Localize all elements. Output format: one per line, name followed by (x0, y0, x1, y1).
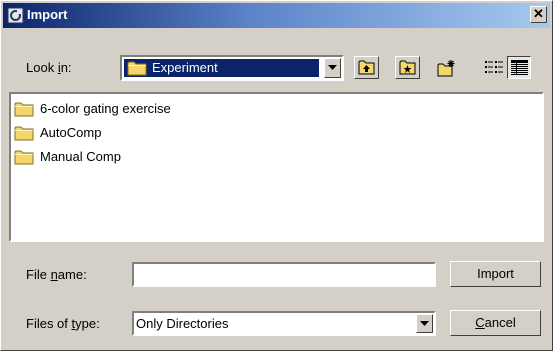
file-name-text: Manual Comp (40, 149, 121, 164)
new-folder-button[interactable] (433, 56, 458, 79)
look-in-dropdown-button[interactable] (324, 58, 341, 78)
file-type-dropdown-button[interactable] (416, 314, 433, 333)
title-bar[interactable]: Import ✕ (3, 3, 550, 28)
folder-icon (14, 126, 34, 141)
chevron-down-icon (420, 321, 429, 326)
up-one-level-icon (358, 60, 375, 75)
home-icon (399, 60, 416, 75)
cancel-button[interactable]: Cancel (450, 310, 541, 336)
folder-icon (127, 61, 147, 76)
file-name-text: AutoComp (40, 125, 102, 140)
file-name-field[interactable] (132, 262, 436, 287)
import-button[interactable]: Import (450, 261, 541, 287)
file-name-label: File name: (26, 267, 87, 282)
folder-icon (14, 102, 34, 117)
new-folder-icon (437, 60, 455, 77)
close-button[interactable]: ✕ (530, 6, 547, 23)
close-icon: ✕ (533, 6, 544, 21)
details-view-icon (511, 60, 528, 75)
home-button[interactable] (395, 56, 420, 79)
up-one-level-button[interactable] (354, 56, 379, 79)
look-in-label: Look in: (26, 60, 72, 75)
look-in-combo[interactable]: Experiment (120, 55, 344, 81)
chevron-down-icon (328, 65, 337, 70)
list-view-button[interactable] (481, 56, 507, 79)
folder-icon (14, 150, 34, 165)
window-title: Import (27, 7, 68, 22)
details-view-button[interactable] (507, 56, 531, 79)
file-type-value: Only Directories (136, 316, 229, 331)
look-in-value: Experiment (152, 60, 218, 75)
import-dialog: Import ✕ Look in: Experiment 6-color gat… (0, 0, 553, 351)
file-type-label: Files of type: (26, 316, 100, 331)
app-icon (7, 7, 24, 24)
file-type-combo[interactable]: Only Directories (132, 311, 436, 336)
file-list[interactable]: 6-color gating exercise AutoComp Manual … (9, 92, 544, 242)
file-name-text: 6-color gating exercise (40, 101, 171, 116)
list-view-icon (485, 61, 503, 73)
